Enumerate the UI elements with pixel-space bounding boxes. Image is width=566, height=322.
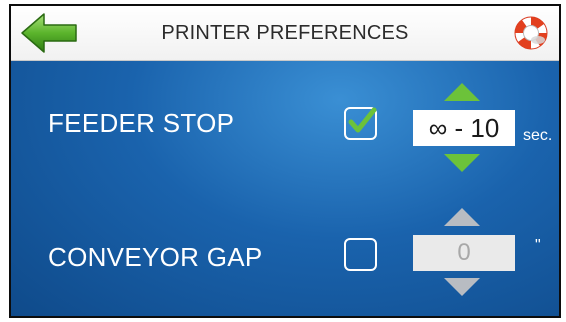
conveyor-gap-value[interactable]: 0 [413, 235, 515, 271]
feeder-stop-increase-button[interactable] [444, 83, 480, 101]
feeder-stop-unit: sec. [523, 127, 553, 144]
conveyor-gap-increase-button[interactable] [444, 208, 480, 226]
feeder-stop-checkbox[interactable] [344, 107, 377, 140]
conveyor-gap-unit: " [535, 237, 541, 254]
conveyor-gap-label: CONVEYOR GAP [48, 242, 263, 272]
checkmark-icon [348, 107, 377, 133]
header-bar: PRINTER PREFERENCES [11, 6, 559, 61]
feeder-stop-value[interactable]: ∞ - 10 [413, 110, 515, 146]
conveyor-gap-checkbox[interactable] [344, 238, 377, 271]
life-ring-icon [514, 16, 548, 50]
feeder-stop-decrease-button[interactable] [444, 154, 480, 172]
screen-frame: PRINTER PREFERENCES FEEDER STOP ∞ - 10 s… [9, 4, 561, 318]
conveyor-gap-decrease-button[interactable] [444, 278, 480, 296]
page-title: PRINTER PREFERENCES [161, 22, 409, 44]
preferences-panel: FEEDER STOP ∞ - 10 sec. CONVEYOR GAP 0 " [11, 61, 559, 316]
feeder-stop-label: FEEDER STOP [48, 108, 235, 138]
help-button[interactable] [512, 14, 550, 52]
